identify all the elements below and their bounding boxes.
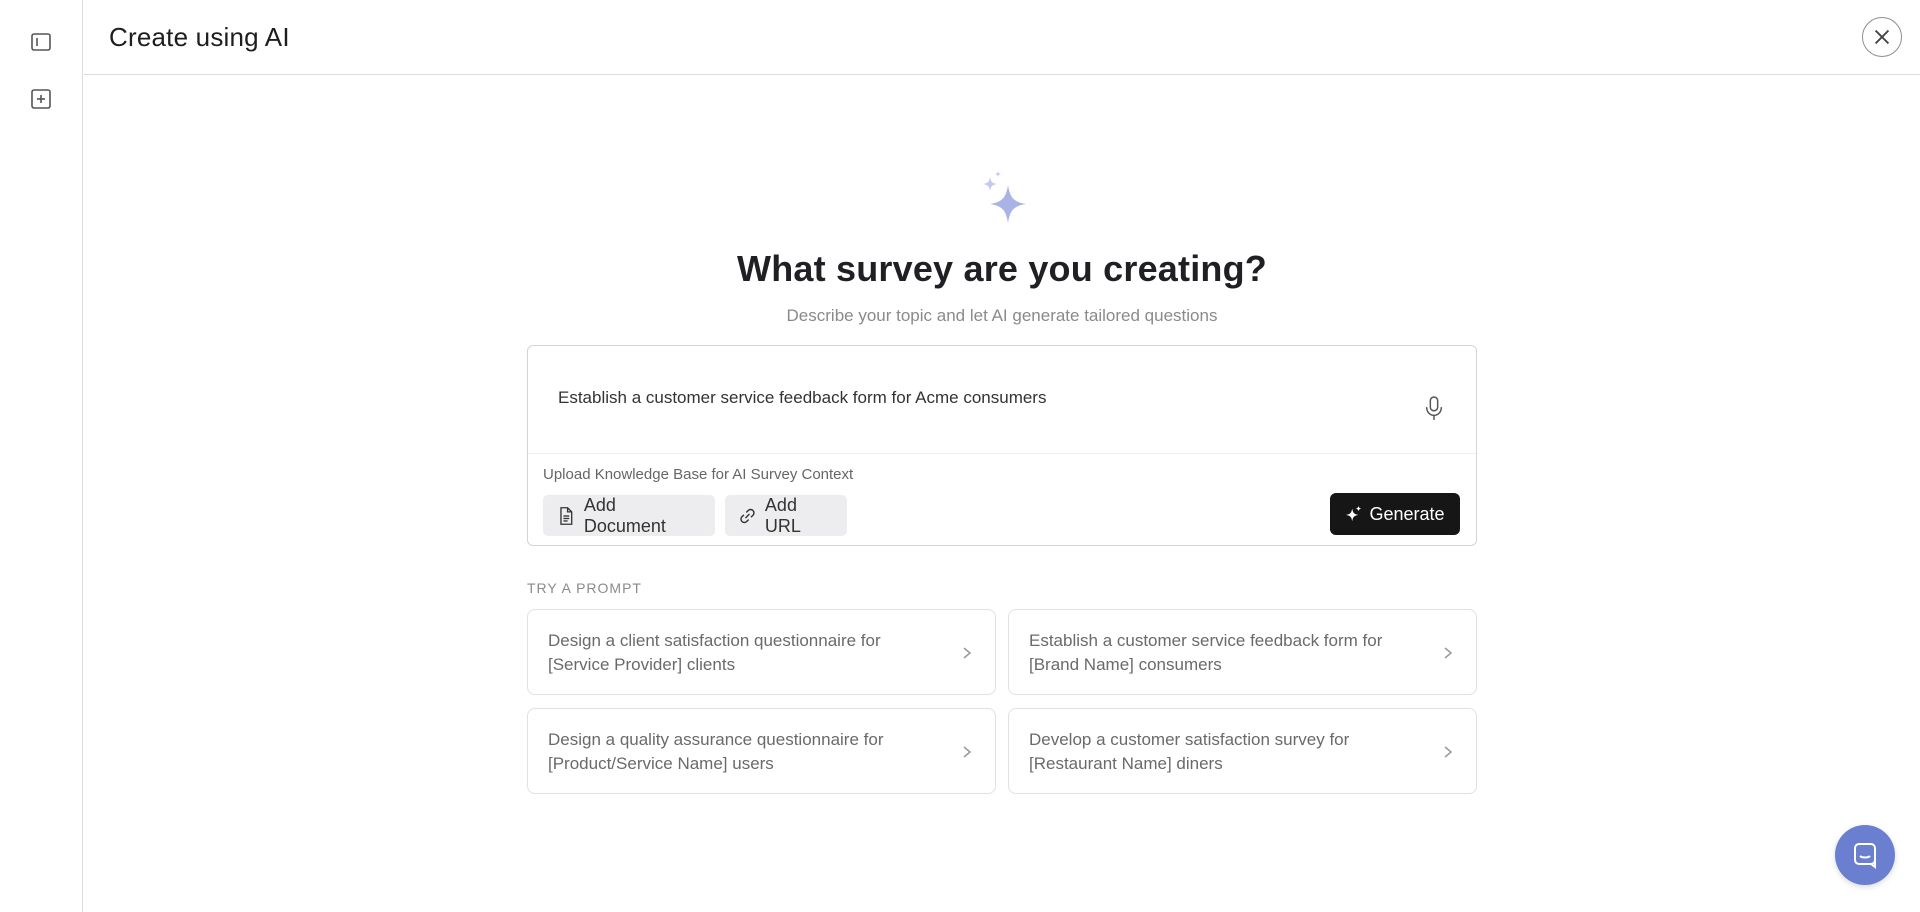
chevron-right-icon xyxy=(1444,746,1453,758)
chevron-right-icon xyxy=(963,746,972,758)
suggestion-card[interactable]: Establish a customer service feedback fo… xyxy=(1008,609,1477,695)
sparkle-small-icon xyxy=(1346,505,1362,522)
sidebar-toggle-button[interactable] xyxy=(26,27,56,57)
prompt-divider xyxy=(528,453,1476,454)
add-document-button[interactable]: Add Document xyxy=(543,495,715,536)
add-document-label: Add Document xyxy=(583,494,666,536)
prompt-input[interactable]: Establish a customer service feedback fo… xyxy=(558,388,1046,408)
prompt-input-box[interactable]: Establish a customer service feedback fo… xyxy=(527,345,1477,546)
link-icon xyxy=(740,508,755,523)
chat-icon xyxy=(1854,843,1876,869)
main-heading: What survey are you creating? xyxy=(737,248,1267,289)
chat-launcher-button[interactable] xyxy=(1835,825,1895,885)
sub-heading: Describe your topic and let AI generate … xyxy=(786,306,1218,325)
generate-button[interactable]: Generate xyxy=(1330,493,1460,535)
add-url-button[interactable]: Add URL xyxy=(725,495,847,536)
suggestion-card[interactable]: Develop a customer satisfaction survey f… xyxy=(1008,708,1477,794)
sidebar-toggle-icon xyxy=(31,33,51,51)
suggestion-text: Develop a customer satisfaction survey f… xyxy=(1029,730,1350,773)
microphone-button[interactable] xyxy=(1422,394,1446,422)
left-sidebar xyxy=(0,0,83,912)
suggestion-card[interactable]: Design a quality assurance questionnaire… xyxy=(527,708,996,794)
close-button[interactable] xyxy=(1862,17,1902,57)
chevron-right-icon xyxy=(1444,647,1453,659)
knowledge-base-label: Upload Knowledge Base for AI Survey Cont… xyxy=(543,466,854,483)
main-content: What survey are you creating? Describe y… xyxy=(84,76,1920,912)
suggestion-card[interactable]: Design a client satisfaction questionnai… xyxy=(527,609,996,695)
generate-label: Generate xyxy=(1369,503,1445,524)
page-title: Create using AI xyxy=(109,22,290,52)
add-square-icon xyxy=(31,89,51,109)
document-icon xyxy=(560,506,573,525)
add-url-label: Add URL xyxy=(764,494,801,536)
suggestion-text: Design a client satisfaction questionnai… xyxy=(548,631,881,674)
suggestion-text: Design a quality assurance questionnaire… xyxy=(548,730,884,773)
sparkle-icon xyxy=(983,171,1026,223)
page-header: Create using AI xyxy=(84,0,1920,75)
suggestion-text: Establish a customer service feedback fo… xyxy=(1029,631,1383,674)
chevron-right-icon xyxy=(963,647,972,659)
try-prompt-label: TRY A PROMPT xyxy=(527,580,642,596)
new-item-button[interactable] xyxy=(26,84,56,114)
close-icon xyxy=(1874,29,1890,45)
microphone-icon xyxy=(1425,396,1443,420)
